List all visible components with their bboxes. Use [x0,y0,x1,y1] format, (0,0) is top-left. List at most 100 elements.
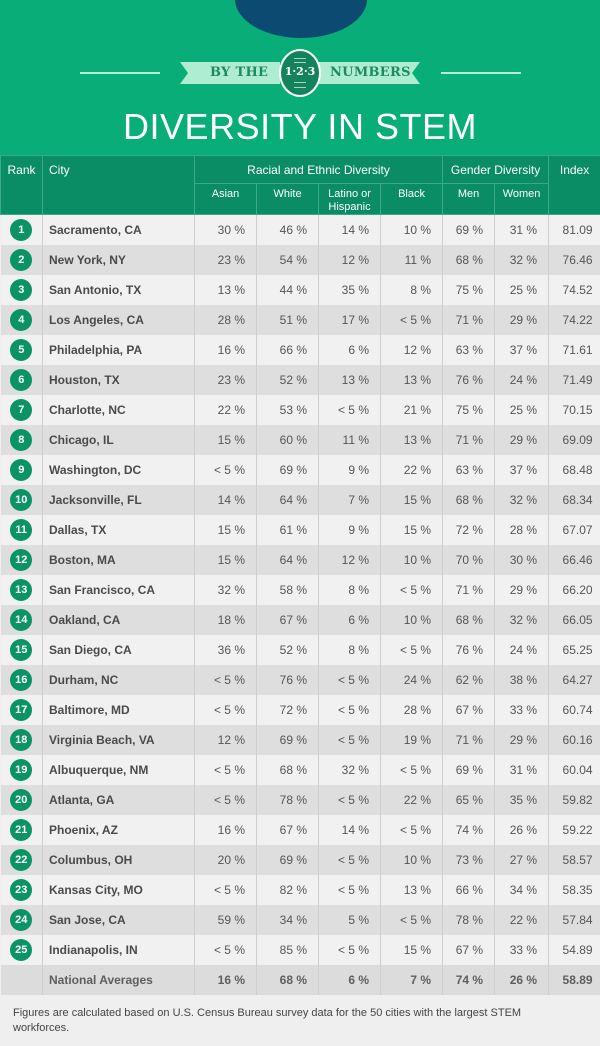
rank-badge: 11 [10,518,33,541]
index-cell: 57.84 [548,904,600,935]
table-row[interactable]: 3 San Antonio, TX 13 % 44 % 35 % 8 % 75 % 25 % 7… [0,274,600,305]
women-cell: 33 % [494,934,550,965]
header-asian[interactable]: Asian [194,183,257,215]
table-row[interactable]: 5 Philadelphia, PA 16 % 66 % 6 % 12 % 63 % 37 %… [0,334,600,365]
header-men[interactable]: Men [442,183,496,215]
white-cell: 46 % [256,214,319,245]
header-gender-group: Gender Diversity [442,155,550,184]
city-cell: Sacramento, CA [42,214,195,245]
header-latino[interactable]: Latino or Hispanic [318,183,381,215]
index-cell: 59.22 [548,814,600,845]
rank-cell: 2 [0,244,43,275]
asian-cell: 16 % [194,334,257,365]
table-row[interactable]: 22 Columbus, OH 20 % 69 % < 5 % 10 % 73 % 27 % 5… [0,844,600,875]
women-cell: 24 % [494,634,550,665]
table-row[interactable]: 11 Dallas, TX 15 % 61 % 9 % 15 % 72 % 28 % 67.07 [0,514,600,545]
header-white[interactable]: White [256,183,319,215]
rank-badge: 12 [10,548,33,571]
black-cell: 15 % [379,514,444,545]
city-cell: Oakland, CA [42,604,195,635]
index-cell: 81.09 [548,214,600,245]
table-row[interactable]: 19 Albuquerque, NM < 5 % 68 % 32 % < 5 % 69 % 3… [0,754,600,785]
table-row[interactable]: 1 Sacramento, CA 30 % 46 % 14 % 10 % 69 % 31 % 8… [0,214,600,245]
table-row[interactable]: 12 Boston, MA 15 % 64 % 12 % 10 % 70 % 30 % 66.4… [0,544,600,575]
black-cell: < 5 % [379,304,444,335]
rank-cell-empty [0,964,43,995]
rank-badge: 21 [10,818,33,841]
table-row[interactable]: 4 Los Angeles, CA 28 % 51 % 17 % < 5 % 71 % 29 … [0,304,600,335]
table-row[interactable]: 9 Washington, DC < 5 % 69 % 9 % 22 % 63 % 37 % 6… [0,454,600,485]
header-rank[interactable]: Rank [0,155,43,215]
latino-cell: 6 % [318,604,381,635]
men-cell: 63 % [442,454,496,485]
medal-line [294,62,306,63]
men-cell: 71 % [442,724,496,755]
rank-cell: 15 [0,634,43,665]
avg-latino-cell: 6 % [318,964,381,995]
table-row[interactable]: 25 Indianapolis, IN < 5 % 85 % < 5 % 15 % 67 %… [0,934,600,965]
index-cell: 54.89 [548,934,600,965]
white-cell: 64 % [256,484,319,515]
rank-cell: 16 [0,664,43,695]
table-row[interactable]: 7 Charlotte, NC 22 % 53 % < 5 % 21 % 75 % 25 % 7… [0,394,600,425]
black-cell: 28 % [379,694,444,725]
table-row[interactable]: 23 Kansas City, MO < 5 % 82 % < 5 % 13 % 66 % 3… [0,874,600,905]
index-cell: 71.61 [548,334,600,365]
rank-cell: 3 [0,274,43,305]
header-city[interactable]: City [42,155,195,215]
table-row[interactable]: 16 Durham, NC < 5 % 76 % < 5 % 24 % 62 % 38 % 64… [0,664,600,695]
table-row[interactable]: 21 Phoenix, AZ 16 % 67 % 14 % < 5 % 74 % 26 % 59… [0,814,600,845]
smartasset-logo[interactable]: smartasset™ [235,0,367,38]
national-averages-row: National Averages 16 % 68 % 6 % 7 % 74 % 26 % 5… [0,964,600,995]
latino-cell: < 5 % [318,694,381,725]
avg-black-cell: 7 % [379,964,444,995]
rank-badge: 16 [10,668,33,691]
header-women[interactable]: Women [494,183,550,215]
index-cell: 67.07 [548,514,600,545]
table-row[interactable]: 24 San Jose, CA 59 % 34 % 5 % < 5 % 78 % 22 % 57… [0,904,600,935]
asian-cell: < 5 % [194,784,257,815]
rank-badge: 19 [10,758,33,781]
header-index[interactable]: Index [548,155,600,215]
table-row[interactable]: 8 Chicago, IL 15 % 60 % 11 % 13 % 71 % 29 % 69.0… [0,424,600,455]
men-cell: 73 % [442,844,496,875]
latino-cell: 11 % [318,424,381,455]
index-cell: 68.48 [548,454,600,485]
table-row[interactable]: 6 Houston, TX 23 % 52 % 13 % 13 % 76 % 24 % 71.4… [0,364,600,395]
rank-cell: 5 [0,334,43,365]
table-row[interactable]: 14 Oakland, CA 18 % 67 % 6 % 10 % 68 % 32 % 66.0… [0,604,600,635]
table-row[interactable]: 20 Atlanta, GA < 5 % 78 % < 5 % 22 % 65 % 35 % 5… [0,784,600,815]
rank-cell: 1 [0,214,43,245]
black-cell: < 5 % [379,904,444,935]
table-row[interactable]: 17 Baltimore, MD < 5 % 72 % < 5 % 28 % 67 % 33 … [0,694,600,725]
rank-badge: 5 [10,338,33,361]
city-cell: Phoenix, AZ [42,814,195,845]
table-row[interactable]: 2 New York, NY 23 % 54 % 12 % 11 % 68 % 32 % 76.… [0,244,600,275]
table-row[interactable]: 13 San Francisco, CA 32 % 58 % 8 % < 5 % 71 % 2… [0,574,600,605]
divider-left [80,72,160,74]
index-cell: 58.35 [548,874,600,905]
rank-cell: 17 [0,694,43,725]
men-cell: 76 % [442,634,496,665]
asian-cell: 15 % [194,424,257,455]
header-black[interactable]: Black [379,183,444,215]
rank-badge: 20 [10,788,33,811]
rank-badge: 1 [10,218,33,241]
rank-badge: 13 [10,578,33,601]
city-cell: Jacksonville, FL [42,484,195,515]
white-cell: 72 % [256,694,319,725]
women-cell: 29 % [494,304,550,335]
rank-cell: 7 [0,394,43,425]
latino-cell: 32 % [318,754,381,785]
men-cell: 67 % [442,934,496,965]
black-cell: 12 % [379,334,444,365]
latino-cell: 35 % [318,274,381,305]
women-cell: 31 % [494,754,550,785]
table-row[interactable]: 18 Virginia Beach, VA 12 % 69 % < 5 % 19 % 71 … [0,724,600,755]
men-cell: 71 % [442,304,496,335]
city-cell: Columbus, OH [42,844,195,875]
asian-cell: 28 % [194,304,257,335]
women-cell: 37 % [494,454,550,485]
table-row[interactable]: 15 San Diego, CA 36 % 52 % 8 % < 5 % 76 % 24 % 6… [0,634,600,665]
table-row[interactable]: 10 Jacksonville, FL 14 % 64 % 7 % 15 % 68 % 32 … [0,484,600,515]
